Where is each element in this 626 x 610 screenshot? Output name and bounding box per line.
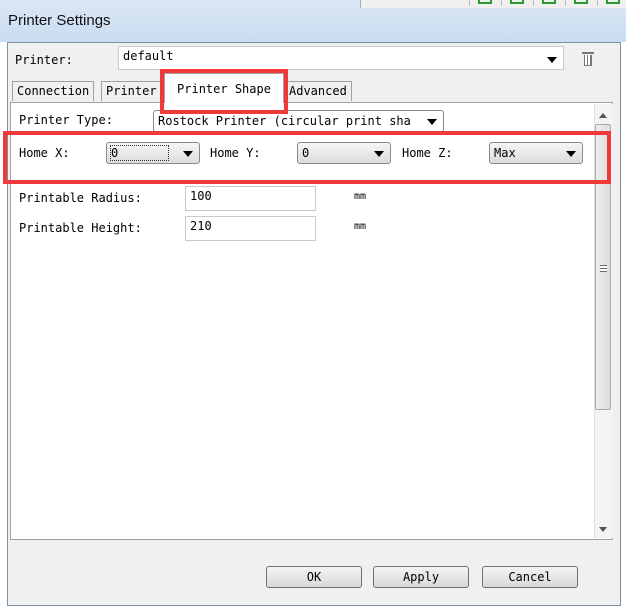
highlight-tab: [160, 69, 288, 114]
grip-icon: [599, 265, 607, 272]
toolbar-icon[interactable]: [533, 0, 564, 6]
chevron-down-icon: [427, 119, 437, 125]
apply-button[interactable]: Apply: [373, 566, 469, 588]
highlight-home-row: [3, 131, 611, 184]
tab-advanced[interactable]: Advanced: [284, 81, 352, 101]
height-unit: mm: [354, 221, 367, 232]
cancel-button[interactable]: Cancel: [482, 566, 578, 588]
window-title: Printer Settings: [8, 12, 111, 29]
tab-printer[interactable]: Printer: [101, 81, 161, 101]
printer-select[interactable]: default: [118, 46, 564, 70]
trash-icon[interactable]: [582, 52, 594, 66]
toolbar-icon[interactable]: [469, 0, 500, 6]
height-input[interactable]: 210: [185, 216, 316, 241]
radius-unit: mm: [354, 191, 367, 202]
printer-value: default: [123, 49, 174, 63]
ok-button[interactable]: OK: [266, 566, 362, 588]
printer-type-value: Rostock Printer (circular print sha: [158, 114, 411, 128]
tab-connection[interactable]: Connection: [12, 81, 95, 101]
toolbar-icon[interactable]: [501, 0, 532, 6]
toolbar-icon[interactable]: [565, 0, 596, 6]
scroll-up-icon[interactable]: [599, 113, 607, 118]
toolbar-icon[interactable]: [597, 0, 626, 6]
printer-type-label: Printer Type:: [19, 113, 113, 127]
scroll-down-icon[interactable]: [599, 527, 607, 532]
background-toolbar: [360, 0, 626, 8]
printer-label: Printer:: [15, 53, 73, 67]
height-label: Printable Height:: [19, 221, 142, 235]
chevron-down-icon: [547, 57, 557, 63]
radius-label: Printable Radius:: [19, 191, 142, 205]
radius-input[interactable]: 100: [185, 186, 316, 211]
